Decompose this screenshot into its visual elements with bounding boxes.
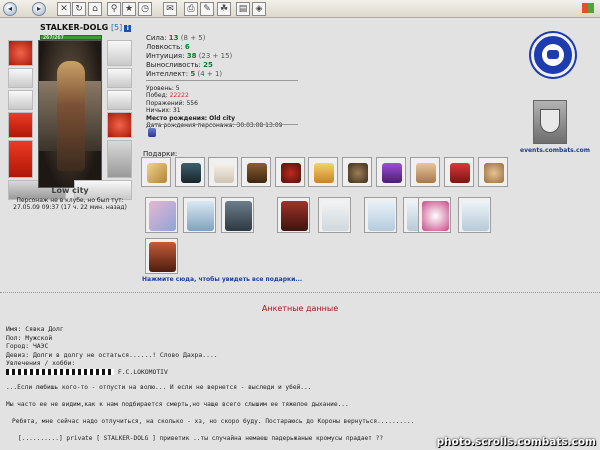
browser-toolbar: ◂ ▸ ✕ ↻ ⌂ ⚲ ★ ◷ ✉ ⎙ ✎ ☘ ▤ ◈ bbox=[0, 0, 600, 18]
gift-item[interactable] bbox=[175, 157, 205, 187]
print-icon[interactable]: ⎙ bbox=[184, 2, 198, 16]
earring-slot[interactable] bbox=[8, 68, 33, 88]
gift-item[interactable] bbox=[183, 197, 216, 233]
shirt-slot[interactable] bbox=[8, 112, 33, 138]
stat-intuition: Интуиция: 38 (23 + 15) bbox=[146, 52, 233, 60]
back-button[interactable]: ◂ bbox=[3, 2, 17, 16]
gift-item[interactable] bbox=[418, 197, 451, 233]
edit-icon[interactable]: ✎ bbox=[200, 2, 214, 16]
messenger-icon[interactable]: ☘ bbox=[217, 2, 231, 16]
mail-icon[interactable]: ✉ bbox=[163, 2, 177, 16]
club-status: Персонаж не в клубе, но был тут: 27.05.0… bbox=[13, 197, 127, 211]
text-line: ...Если любишь кого-то - отпусти на волю… bbox=[6, 384, 312, 391]
info-icon[interactable]: i bbox=[124, 25, 132, 32]
stat-intellect: Интеллект: 5 (4 + 1) bbox=[146, 70, 223, 78]
gift-item[interactable] bbox=[208, 157, 238, 187]
armor-slot[interactable] bbox=[8, 140, 33, 178]
gift-item[interactable] bbox=[410, 157, 440, 187]
text-line: Ребята, мне сейчас надо отлучиться, на с… bbox=[12, 418, 415, 425]
home-icon[interactable]: ⌂ bbox=[88, 2, 102, 16]
boots-slot[interactable] bbox=[107, 140, 132, 178]
forward-button[interactable]: ▸ bbox=[32, 2, 46, 16]
gift-item[interactable] bbox=[145, 238, 178, 274]
profile-block: Имя: Сявка Долг Пол: Мужской Город: ЧАЭС… bbox=[6, 325, 218, 376]
gift-item[interactable] bbox=[308, 157, 338, 187]
clan-emblem-icon[interactable] bbox=[531, 33, 575, 77]
gift-item[interactable] bbox=[342, 157, 372, 187]
gift-item[interactable] bbox=[141, 157, 171, 187]
clan-site-link[interactable]: events.combats.com bbox=[520, 147, 590, 154]
gift-item[interactable] bbox=[376, 157, 406, 187]
text-line: [..........] private [ STALKER-DOLG ] пр… bbox=[18, 435, 384, 442]
gift-item[interactable] bbox=[364, 197, 397, 233]
search-icon[interactable]: ⚲ bbox=[107, 2, 121, 16]
refresh-icon[interactable]: ✕ bbox=[57, 2, 71, 16]
gift-item[interactable] bbox=[478, 157, 508, 187]
gift-item[interactable] bbox=[275, 157, 305, 187]
location-label: Low city bbox=[51, 186, 89, 195]
stats-block: Сила: 13 (8 + 5) Ловкость: 6 Интуиция: 3… bbox=[146, 34, 316, 79]
align-icon[interactable] bbox=[148, 128, 156, 137]
gift-item[interactable] bbox=[145, 197, 178, 233]
all-gifts-link[interactable]: Нажмите сюда, чтобы увидеть все подарки.… bbox=[142, 276, 302, 283]
clan-banner-icon[interactable] bbox=[533, 100, 567, 144]
character-info: Уровень: 5 Побед: 22222 Поражений: 556 Н… bbox=[146, 85, 283, 130]
gift-item[interactable] bbox=[318, 197, 351, 233]
hobby-banner bbox=[6, 368, 114, 375]
favorites-icon[interactable]: ★ bbox=[122, 2, 136, 16]
divider bbox=[146, 80, 298, 81]
character-figure bbox=[57, 61, 85, 171]
section-title: Анкетные данные bbox=[261, 304, 339, 313]
gift-item[interactable] bbox=[277, 197, 310, 233]
character-name[interactable]: STALKER-DOLG [5] i bbox=[40, 23, 132, 32]
divider bbox=[146, 124, 298, 125]
stat-strength: Сила: 13 (8 + 5) bbox=[146, 34, 206, 42]
links-icon[interactable]: ◈ bbox=[252, 2, 266, 16]
gift-item[interactable] bbox=[458, 197, 491, 233]
character-portrait bbox=[38, 40, 102, 188]
ring-slot[interactable] bbox=[107, 40, 132, 66]
research-icon[interactable]: ▤ bbox=[236, 2, 250, 16]
ring2-slot[interactable] bbox=[107, 90, 132, 110]
watermark: photo.scrolls.combats.com bbox=[436, 436, 596, 448]
gloves-slot[interactable] bbox=[107, 68, 132, 88]
text-line: Мы часто ее не видим,как к нам подбирает… bbox=[6, 401, 349, 408]
character-panel: STALKER-DOLG [5] i 267/267 bbox=[4, 22, 136, 200]
stop-icon[interactable]: ↻ bbox=[72, 2, 86, 16]
helmet-slot[interactable] bbox=[8, 40, 33, 66]
stat-endurance: Выносливость: 25 bbox=[146, 61, 213, 69]
stat-agility: Ловкость: 6 bbox=[146, 43, 190, 51]
history-icon[interactable]: ◷ bbox=[138, 2, 152, 16]
gift-item[interactable] bbox=[241, 157, 271, 187]
amulet-slot[interactable] bbox=[8, 90, 33, 110]
separator bbox=[0, 292, 600, 293]
gift-item[interactable] bbox=[221, 197, 254, 233]
shield-slot[interactable] bbox=[107, 112, 132, 138]
gift-item[interactable] bbox=[444, 157, 474, 187]
windows-logo-icon bbox=[582, 3, 594, 13]
